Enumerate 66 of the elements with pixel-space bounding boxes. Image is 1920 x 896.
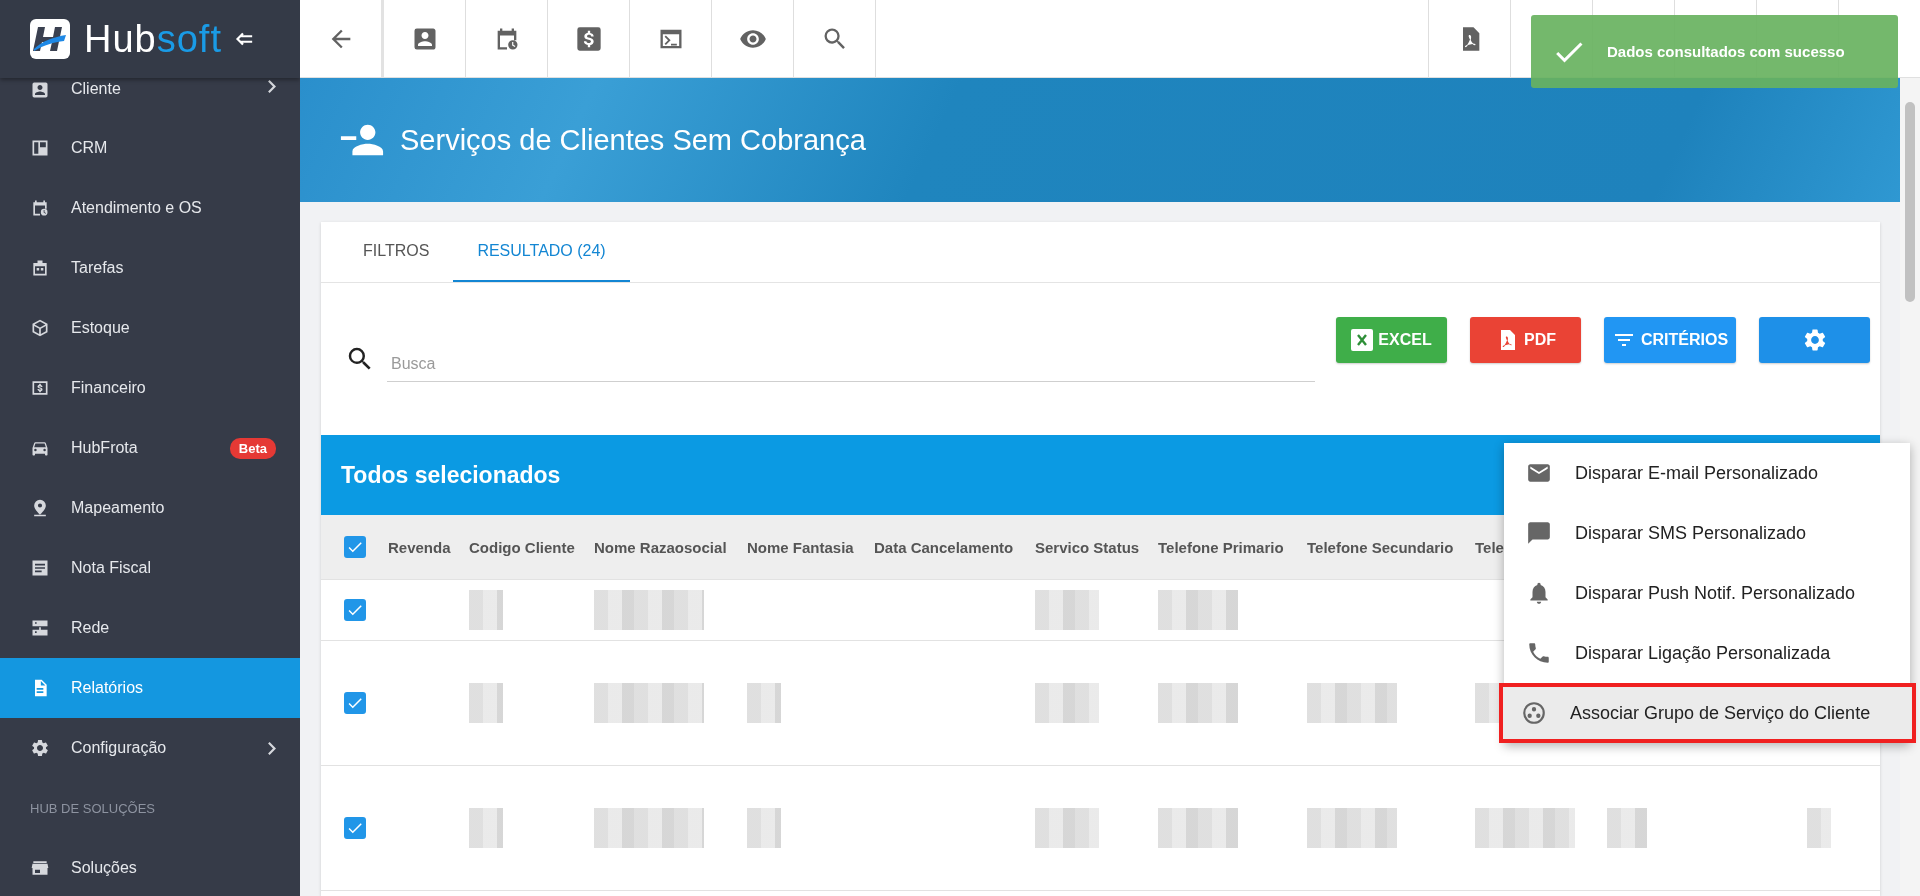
selection-title: Todos selecionados <box>341 461 561 489</box>
blurred-text <box>1807 808 1831 848</box>
blurred-text <box>747 683 781 723</box>
sidebar-item[interactable]: Estoque <box>0 298 300 358</box>
column-header[interactable]: Codigo Cliente <box>469 538 575 556</box>
logo-text: Hubsoft <box>84 19 222 59</box>
blurred-text <box>1035 590 1099 630</box>
column-header[interactable]: Tele <box>1475 538 1504 556</box>
blurred-text <box>469 808 503 848</box>
blurred-text <box>469 590 503 630</box>
blurred-text <box>1035 808 1099 848</box>
sidebar-item[interactable]: Tarefas <box>0 238 300 298</box>
column-header[interactable]: Data Cancelamento <box>874 538 1014 556</box>
blurred-text <box>1035 683 1099 723</box>
blurred-text <box>1607 808 1647 848</box>
settings-button[interactable] <box>1759 317 1870 363</box>
sidebar-item[interactable]: HubFrota Beta <box>0 418 300 478</box>
scrollbar-thumb[interactable] <box>1905 102 1915 302</box>
tab[interactable]: FILTROS <box>339 222 454 282</box>
sidebar-item[interactable]: Soluções <box>0 838 300 896</box>
logo-icon <box>30 19 70 59</box>
page-title: Serviços de Clientes Sem Cobrança <box>400 123 866 157</box>
menu-item[interactable]: Disparar Ligação Personalizada <box>1504 623 1910 683</box>
contact-card-icon <box>30 80 50 100</box>
pdf-button[interactable]: PDF <box>1470 317 1581 363</box>
sidebar-item[interactable]: Financeiro <box>0 358 300 418</box>
menu-item[interactable]: Disparar Push Notif. Personalizado <box>1504 563 1910 623</box>
document-icon <box>30 558 50 578</box>
store-icon <box>30 858 50 878</box>
blurred-text <box>469 683 503 723</box>
sidebar-item[interactable]: CRM <box>0 118 300 178</box>
board-icon <box>30 138 50 158</box>
phone-icon <box>1526 640 1552 666</box>
checkbox[interactable] <box>344 817 366 839</box>
spreadsheet-icon <box>1351 329 1374 351</box>
money-icon <box>30 378 50 398</box>
menu-item[interactable]: Disparar SMS Personalizado <box>1504 503 1910 563</box>
column-header[interactable]: Telefone Primario <box>1158 538 1284 556</box>
sidebar-item[interactable]: Configuração <box>0 718 300 778</box>
sidebar-item[interactable]: Mapeamento <box>0 478 300 538</box>
chat-bubble-icon <box>1526 520 1552 546</box>
column-header[interactable]: Nome Fantasia <box>747 538 854 556</box>
beta-badge: Beta <box>229 437 276 459</box>
section-label: HUB DE SOLUÇÕES <box>29 799 156 818</box>
sidebar-item[interactable]: Rede <box>0 598 300 658</box>
checkbox[interactable] <box>344 692 366 714</box>
menu-item[interactable]: Disparar E-mail Personalizado <box>1504 443 1910 503</box>
column-header[interactable]: Revenda <box>388 538 451 556</box>
sidebar-item[interactable]: Nota Fiscal <box>0 538 300 598</box>
dollar-icon <box>574 24 603 53</box>
calendar-clock-icon <box>30 198 50 218</box>
menu-item[interactable]: Associar Grupo de Serviço do Cliente <box>1499 683 1916 743</box>
server-icon <box>30 618 50 638</box>
toast-message: Dados consultados com sucesso <box>1607 43 1845 60</box>
tab[interactable]: RESULTADO (24) <box>453 222 630 282</box>
sidebar-item[interactable]: Cliente <box>0 78 300 118</box>
calendar-grid-icon <box>30 258 50 278</box>
column-header[interactable]: Servico Status <box>1035 538 1140 556</box>
settings-icon <box>30 738 50 758</box>
column-header[interactable]: Nome Razaosocial <box>594 538 727 556</box>
blurred-text <box>747 808 781 848</box>
box-icon <box>30 318 50 338</box>
checkbox[interactable] <box>344 536 366 558</box>
column-header[interactable]: Telefone Secundario <box>1307 538 1454 556</box>
sidebar-item[interactable]: Atendimento e OS <box>0 178 300 238</box>
checkbox[interactable] <box>344 599 366 621</box>
